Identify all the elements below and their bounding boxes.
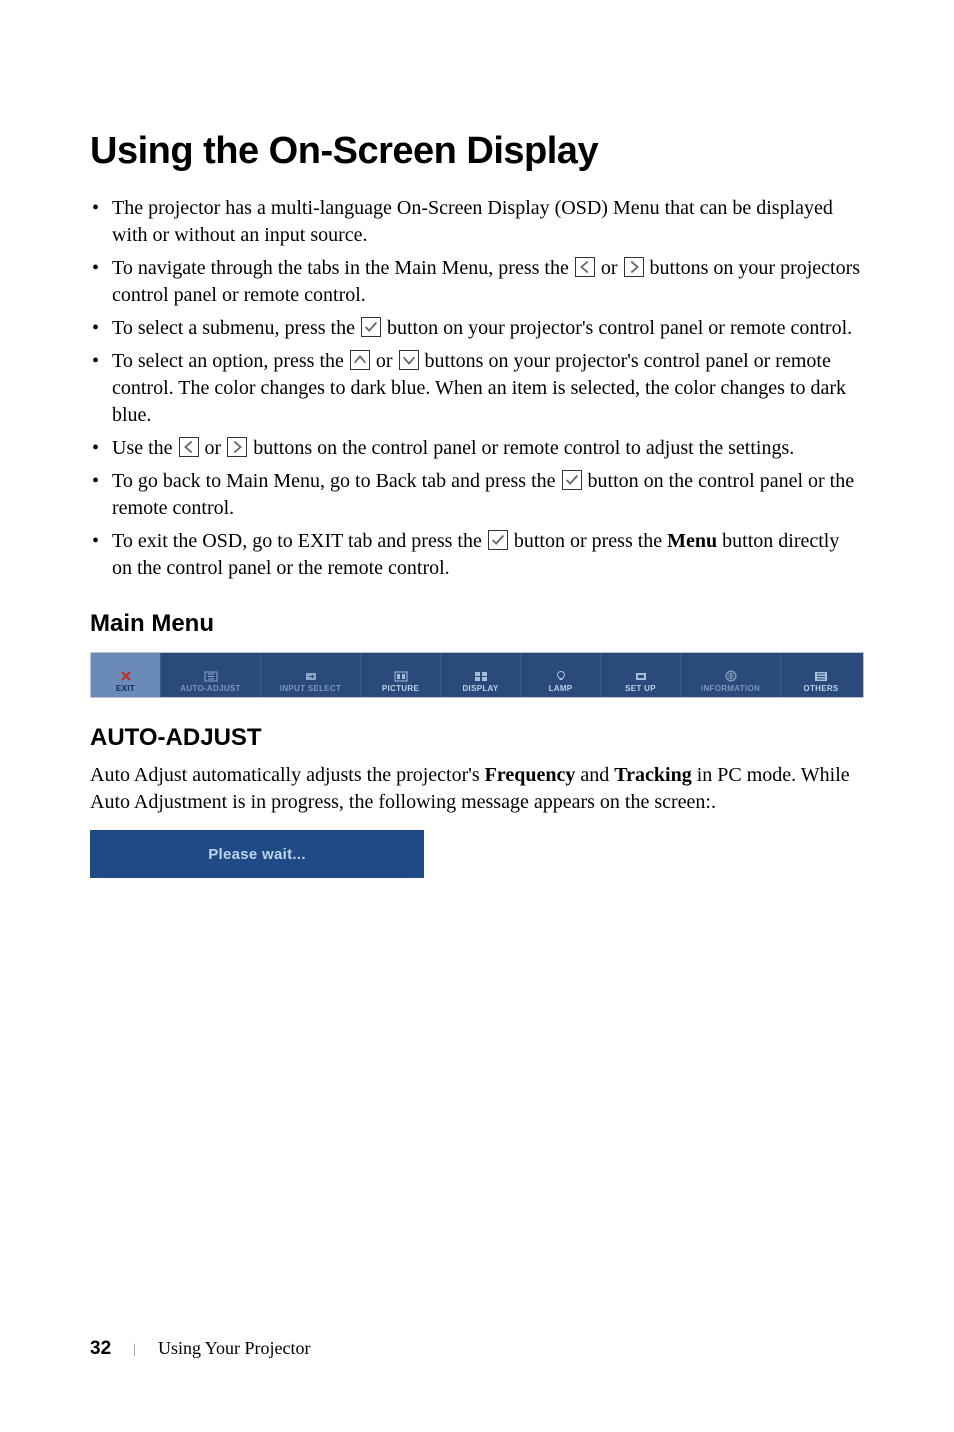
list-item: To select an option, press the or button…	[110, 348, 864, 429]
menu-tab-label: OTHERS	[803, 684, 838, 693]
up-arrow-icon	[350, 350, 370, 370]
menu-tab-display[interactable]: DISPLAY	[441, 653, 521, 697]
check-icon	[361, 317, 381, 337]
auto-adjust-paragraph: Auto Adjust automatically adjusts the pr…	[90, 762, 864, 816]
right-arrow-icon	[227, 437, 247, 457]
menu-tab-lamp[interactable]: LAMP	[521, 653, 601, 697]
check-icon	[562, 470, 582, 490]
picture-icon	[394, 670, 408, 682]
check-icon	[488, 530, 508, 550]
list-item: To exit the OSD, go to EXIT tab and pres…	[110, 528, 864, 582]
menu-tab-label: DISPLAY	[462, 684, 498, 693]
display-icon	[474, 670, 488, 682]
bullet-text: To select an option, press the	[112, 350, 349, 372]
menu-tab-label: SET UP	[625, 684, 656, 693]
bullet-text: Use the	[112, 437, 178, 459]
menu-tab-label: LAMP	[549, 684, 573, 693]
list-item: The projector has a multi-language On-Sc…	[110, 195, 864, 249]
menu-tab-label: INFORMATION	[701, 684, 760, 693]
setup-icon	[634, 670, 648, 682]
list-item: Use the or buttons on the control panel …	[110, 435, 864, 462]
bullet-bold: Menu	[667, 530, 717, 552]
page-footer: 32 | Using Your Projector	[90, 1338, 310, 1360]
page-title: Using the On-Screen Display	[90, 130, 864, 173]
menu-tab-information[interactable]: INFORMATION	[681, 653, 781, 697]
list-item: To go back to Main Menu, go to Back tab …	[110, 468, 864, 522]
left-arrow-icon	[179, 437, 199, 457]
body-text: and	[575, 764, 614, 786]
menu-tab-label: AUTO-ADJUST	[180, 684, 241, 693]
menu-tab-others[interactable]: OTHERS	[781, 653, 861, 697]
please-wait-message: Please wait...	[90, 830, 424, 878]
bold-term-tracking: Tracking	[614, 764, 691, 786]
bullet-text: To exit the OSD, go to EXIT tab and pres…	[112, 530, 487, 552]
bullet-text: or	[371, 350, 398, 372]
auto-adjust-heading: AUTO-ADJUST	[90, 724, 864, 752]
close-x-icon	[119, 670, 133, 682]
bullet-text: or	[596, 257, 623, 279]
down-arrow-icon	[399, 350, 419, 370]
left-arrow-icon	[575, 257, 595, 277]
footer-separator: |	[133, 1342, 136, 1358]
bullet-text: or	[200, 437, 227, 459]
bullet-text: The projector has a multi-language On-Sc…	[112, 197, 833, 246]
list-item: To select a submenu, press the button on…	[110, 315, 864, 342]
chapter-title: Using Your Projector	[158, 1338, 311, 1359]
menu-tab-input-select[interactable]: INPUT SELECT	[261, 653, 361, 697]
right-arrow-icon	[624, 257, 644, 277]
bullet-text: To navigate through the tabs in the Main…	[112, 257, 574, 279]
menu-tab-auto-adjust[interactable]: AUTO-ADJUST	[161, 653, 261, 697]
menu-tab-label: PICTURE	[382, 684, 419, 693]
menu-tab-set-up[interactable]: SET UP	[601, 653, 681, 697]
page-number: 32	[90, 1338, 111, 1360]
menu-tab-label: INPUT SELECT	[280, 684, 341, 693]
menu-tab-label: EXIT	[116, 684, 135, 693]
auto-adjust-icon	[204, 670, 218, 682]
menu-tab-picture[interactable]: PICTURE	[361, 653, 441, 697]
lamp-icon	[554, 670, 568, 682]
bullet-text: buttons on the control panel or remote c…	[248, 437, 794, 459]
bullet-text: button on your projector's control panel…	[382, 317, 852, 339]
bullet-text: To go back to Main Menu, go to Back tab …	[112, 470, 561, 492]
main-menu-heading: Main Menu	[90, 610, 864, 638]
bold-term-frequency: Frequency	[485, 764, 576, 786]
others-icon	[814, 670, 828, 682]
list-item: To navigate through the tabs in the Main…	[110, 255, 864, 309]
body-text: Auto Adjust automatically adjusts the pr…	[90, 764, 485, 786]
bullet-text: button or press the	[509, 530, 667, 552]
menu-tab-exit[interactable]: EXIT	[91, 653, 161, 697]
information-icon	[724, 670, 738, 682]
osd-menu-strip: EXIT AUTO-ADJUST INPUT SELECT PICTURE DI…	[90, 652, 864, 698]
bullet-list: The projector has a multi-language On-Sc…	[90, 195, 864, 582]
input-select-icon	[304, 670, 318, 682]
bullet-text: To select a submenu, press the	[112, 317, 360, 339]
page: Using the On-Screen Display The projecto…	[0, 0, 954, 1432]
